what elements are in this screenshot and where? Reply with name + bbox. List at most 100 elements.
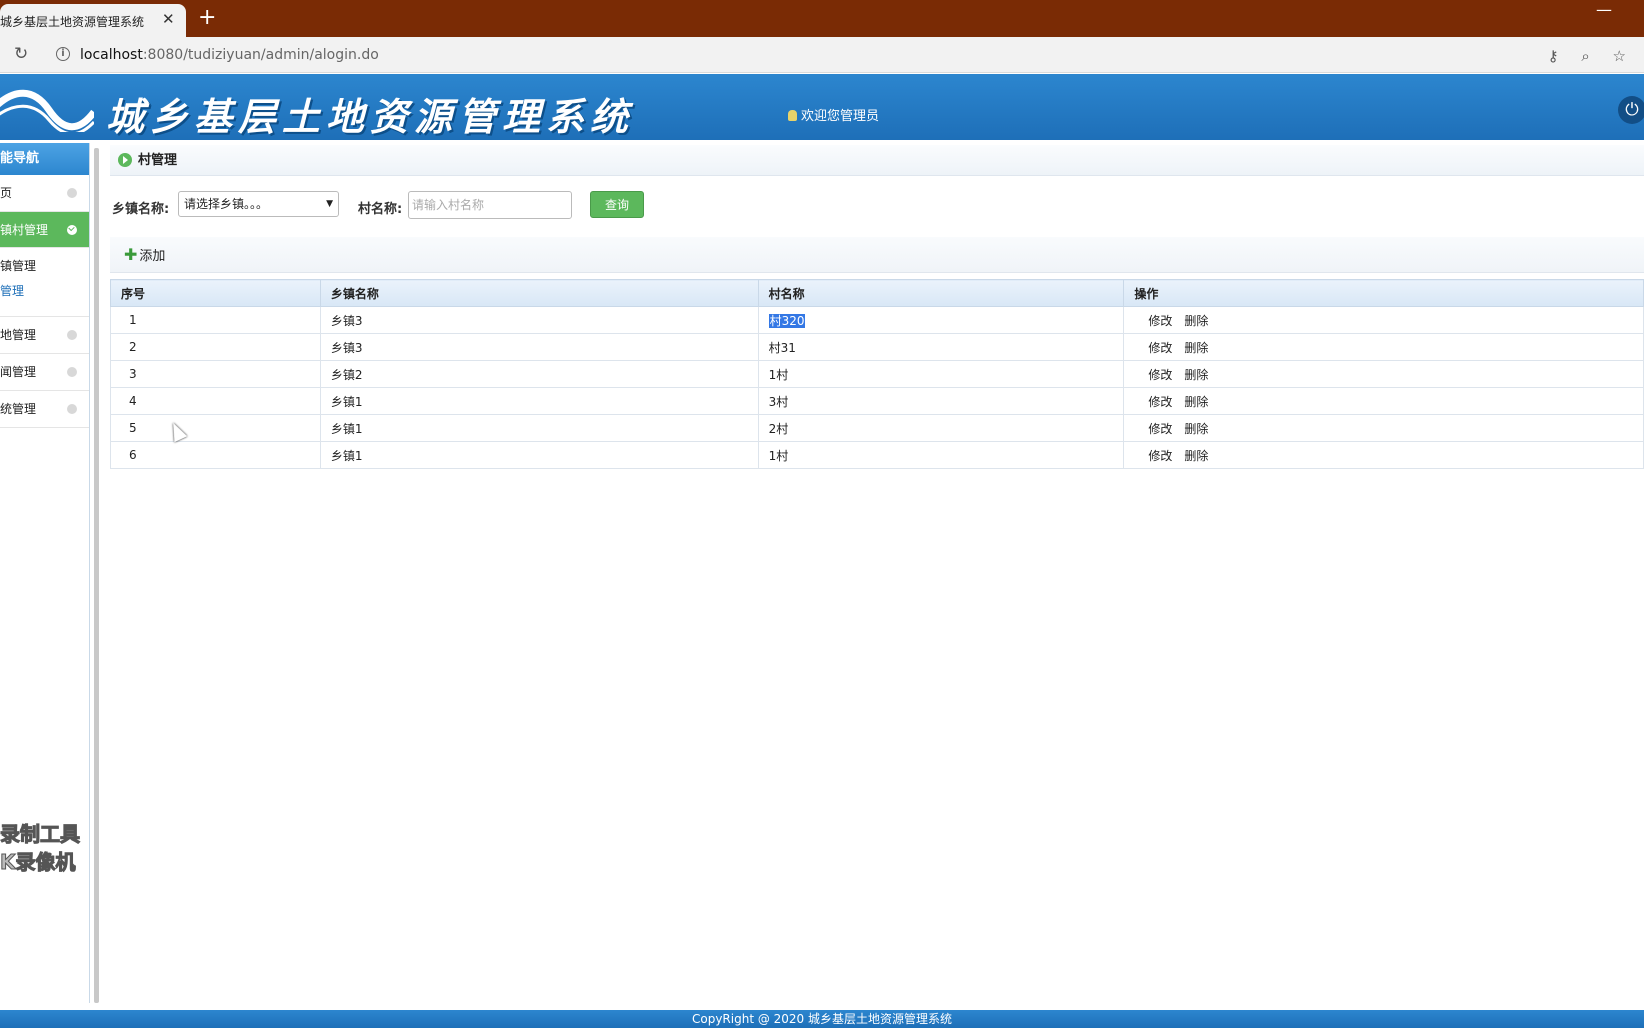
delete-link[interactable]: 删除 — [1184, 368, 1208, 382]
logout-power-icon[interactable]: ⏻ — [1618, 96, 1644, 124]
table-row: 1 乡镇3 村320 修改 删除 — [110, 306, 1644, 334]
sidebar-scrollbar[interactable] — [94, 148, 99, 1003]
edit-link[interactable]: 修改 — [1148, 395, 1172, 409]
town-filter-label: 乡镇名称: — [112, 202, 170, 217]
village-table: 序号 乡镇名称 村名称 操作 1 乡镇3 村320 修改 删除 2 乡镇3 村31… — [110, 279, 1644, 469]
sidebar-item-system[interactable]: 统管理 — [0, 391, 89, 428]
town-select-value: 请选择乡镇。。。 — [184, 197, 269, 211]
bookmark-star-icon[interactable]: ☆ — [1613, 47, 1626, 65]
url-omnibox[interactable]: i localhost:8080/tudiziyuan/admin/alogin… — [46, 41, 1636, 69]
address-bar-icons: ⚷ ⌕ ☆ — [1530, 47, 1626, 65]
add-button[interactable]: ✚ 添加 — [124, 245, 165, 264]
cell-seq: 1 — [110, 306, 321, 334]
cell-village: 1村 — [757, 441, 1125, 469]
cell-village: 3村 — [757, 387, 1125, 415]
zoom-icon[interactable]: ⌕ — [1581, 47, 1589, 65]
village-filter-label: 村名称: — [358, 202, 403, 217]
selected-text: 村320 — [768, 313, 806, 328]
delete-link[interactable]: 删除 — [1184, 341, 1208, 355]
url-host: localhost — [80, 47, 143, 63]
column-header-town: 乡镇名称 — [319, 279, 759, 307]
reload-icon[interactable]: ↻ — [14, 44, 28, 64]
edit-link[interactable]: 修改 — [1148, 368, 1172, 382]
delete-link[interactable]: 删除 — [1184, 395, 1208, 409]
chevron-circle-icon — [67, 330, 77, 340]
sidebar-item-label: 地管理 — [0, 328, 37, 342]
cell-town: 乡镇1 — [319, 387, 759, 415]
site-info-icon[interactable]: i — [56, 47, 70, 61]
edit-link[interactable]: 修改 — [1148, 341, 1172, 355]
chevron-circle-icon — [67, 188, 77, 198]
edit-link[interactable]: 修改 — [1148, 449, 1172, 463]
cell-seq: 5 — [110, 414, 321, 442]
delete-link[interactable]: 删除 — [1184, 314, 1208, 328]
sidebar-item-land[interactable]: 地管理 — [0, 317, 89, 354]
query-button[interactable]: 查询 — [590, 191, 644, 218]
sidebar-subitem-town[interactable]: 镇管理 — [0, 254, 89, 279]
sidebar-item-town-village[interactable]: 镇村管理 — [0, 212, 89, 248]
main-content: 村管理 乡镇名称: 请选择乡镇。。。 ▼ 村名称: 查询 ✚添加 序号 乡镇名称… — [110, 145, 1644, 1000]
sidebar-item-news[interactable]: 闻管理 — [0, 354, 89, 391]
cell-actions: 修改 删除 — [1123, 441, 1644, 469]
footer: CopyRight @ 2020 城乡基层土地资源管理系统 — [0, 1010, 1644, 1028]
dropdown-caret-icon: ▼ — [326, 199, 333, 209]
sidebar-item-label: 镇村管理 — [0, 223, 49, 237]
url-path: :8080/tudiziyuan/admin/alogin.do — [142, 47, 379, 63]
table-header-row: 序号 乡镇名称 村名称 操作 — [110, 279, 1644, 307]
table-row: 5 乡镇1 2村 修改 删除 — [110, 414, 1644, 442]
cell-village: 村31 — [757, 333, 1125, 361]
chevron-circle-icon — [67, 367, 77, 377]
watermark-line: 录制工具 — [0, 822, 81, 847]
page-title-bar: 村管理 — [110, 145, 1644, 176]
page-title: 村管理 — [138, 153, 178, 168]
play-circle-icon — [118, 153, 132, 167]
cell-seq: 2 — [110, 333, 321, 361]
sidebar-subitem-village[interactable]: 管理 — [0, 279, 89, 304]
cell-actions: 修改 删除 — [1123, 414, 1644, 442]
table-row: 3 乡镇2 1村 修改 删除 — [110, 360, 1644, 388]
cell-seq: 6 — [110, 441, 321, 469]
cell-seq: 4 — [110, 387, 321, 415]
sidebar-item-label: 页 — [0, 186, 13, 200]
new-tab-icon[interactable]: + — [198, 6, 216, 30]
key-icon[interactable]: ⚷ — [1548, 47, 1559, 65]
cell-town: 乡镇3 — [319, 333, 759, 361]
browser-tab[interactable]: 城乡基层土地资源管理系统 ✕ — [0, 4, 186, 37]
browser-address-bar: ↻ i localhost:8080/tudiziyuan/admin/alog… — [0, 37, 1644, 73]
sidebar-item-label: 统管理 — [0, 402, 37, 416]
browser-tab-title: 城乡基层土地资源管理系统 — [0, 15, 145, 29]
minimize-window-icon[interactable]: — — [1596, 0, 1612, 19]
user-icon — [788, 110, 797, 121]
watermark-line: K录像机 — [0, 850, 76, 875]
sidebar-item-home[interactable]: 页 — [0, 175, 89, 212]
table-row: 4 乡镇1 3村 修改 删除 — [110, 387, 1644, 415]
cell-actions: 修改 删除 — [1123, 387, 1644, 415]
cell-village: 2村 — [757, 414, 1125, 442]
expanded-check-icon — [67, 225, 77, 235]
cell-village: 1村 — [757, 360, 1125, 388]
town-select[interactable]: 请选择乡镇。。。 ▼ — [178, 191, 339, 217]
sidebar-heading: 能导航 — [0, 143, 89, 175]
recorder-watermark: 录制工具 K录像机 — [0, 820, 81, 876]
cell-village: 村320 — [757, 306, 1125, 334]
table-row: 6 乡镇1 1村 修改 删除 — [110, 441, 1644, 469]
column-header-seq: 序号 — [110, 279, 321, 307]
logo-wave-icon — [0, 89, 94, 132]
app-header: 城乡基层土地资源管理系统 欢迎您管理员 ⏻ — [0, 74, 1644, 140]
column-header-village: 村名称 — [757, 279, 1125, 307]
village-name-input[interactable] — [408, 191, 572, 219]
table-row: 2 乡镇3 村31 修改 删除 — [110, 333, 1644, 361]
welcome-label: 欢迎您管理员 — [801, 109, 880, 124]
edit-link[interactable]: 修改 — [1148, 422, 1172, 436]
url-text[interactable]: localhost:8080/tudiziyuan/admin/alogin.d… — [80, 47, 379, 63]
column-header-actions: 操作 — [1123, 279, 1644, 307]
delete-link[interactable]: 删除 — [1184, 422, 1208, 436]
action-toolbar: ✚ 添加 — [110, 237, 1644, 273]
delete-link[interactable]: 删除 — [1184, 449, 1208, 463]
sidebar-item-label: 闻管理 — [0, 365, 37, 379]
cell-actions: 修改 删除 — [1123, 306, 1644, 334]
cell-town: 乡镇3 — [319, 306, 759, 334]
edit-link[interactable]: 修改 — [1148, 314, 1172, 328]
cell-actions: 修改 删除 — [1123, 333, 1644, 361]
close-tab-icon[interactable]: ✕ — [162, 10, 175, 28]
